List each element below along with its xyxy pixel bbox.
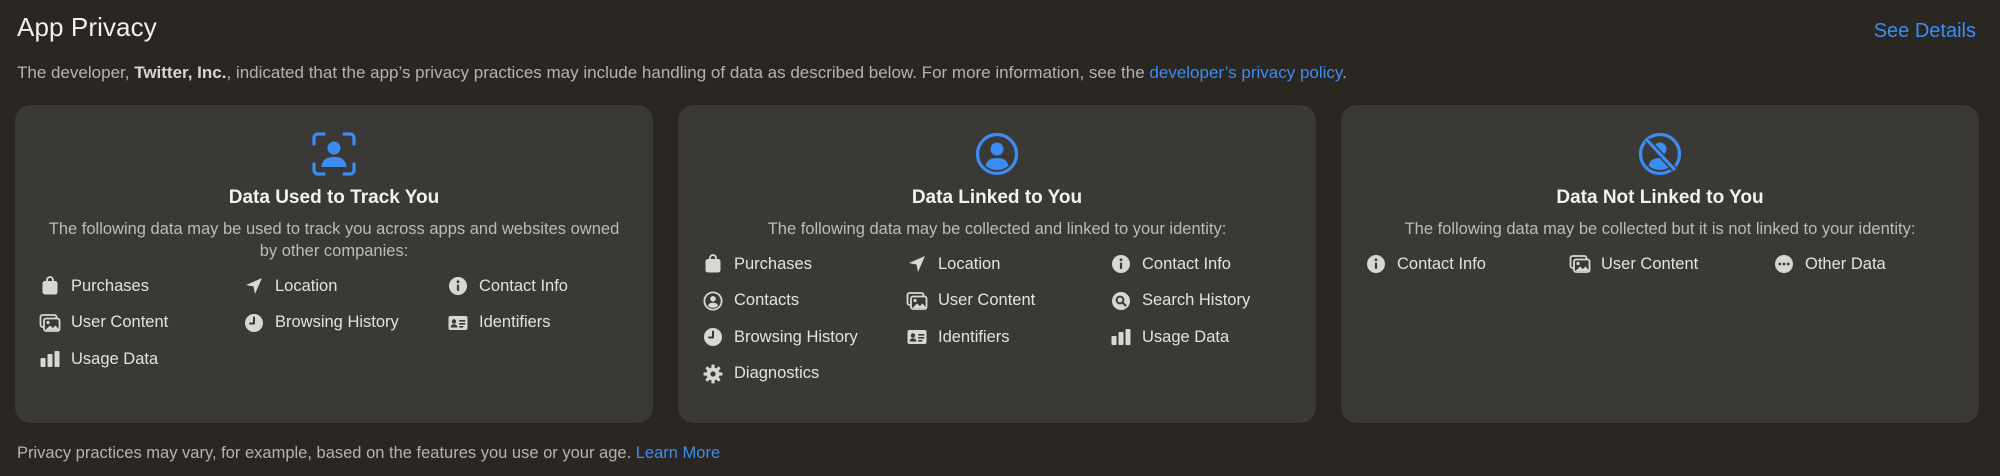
data-type-item: Purchases	[702, 253, 906, 275]
gear-icon	[702, 363, 724, 385]
intro-suffix: .	[1342, 63, 1347, 82]
data-type-item: Other Data	[1773, 253, 1977, 275]
id-card-icon	[906, 326, 928, 348]
info-icon	[1110, 253, 1132, 275]
card-description: The following data may be used to track …	[48, 220, 620, 260]
data-type-label: User Content	[1601, 254, 1699, 273]
data-type-label: Location	[938, 254, 1001, 273]
data-type-item: Browsing History	[702, 326, 906, 348]
data-type-item: Contact Info	[1110, 253, 1314, 275]
data-type-label: Usage Data	[71, 349, 159, 368]
info-icon	[1365, 253, 1387, 275]
data-type-list: Purchases Location Contact Info User Conten…	[39, 275, 633, 370]
data-type-label: Contacts	[734, 291, 800, 309]
data-type-item: Location	[243, 275, 447, 297]
data-type-label: Browsing History	[275, 313, 399, 331]
card-data-linked-to-you: Data Linked to You The following data ma…	[678, 105, 1316, 423]
card-description: The following data may be collected and …	[767, 220, 1227, 238]
data-type-item: User Content	[1569, 253, 1773, 275]
intro-middle: , indicated that the app’s privacy pract…	[226, 63, 1150, 82]
data-type-list: Contact Info User Content Other Data	[1365, 253, 1959, 275]
privacy-policy-link[interactable]: developer’s privacy policy	[1149, 63, 1342, 82]
data-type-label: Identifiers	[479, 313, 551, 331]
photos-icon	[1569, 253, 1591, 275]
card-title: Data Not Linked to You	[1556, 187, 1764, 208]
card-data-used-to-track: Data Used to Track You The following dat…	[15, 105, 653, 423]
data-type-label: User Content	[71, 313, 169, 331]
section-title: App Privacy	[17, 12, 157, 42]
data-type-label: Location	[275, 276, 338, 295]
bar-chart-icon	[39, 348, 61, 370]
card-description: The following data may be collected but …	[1404, 220, 1916, 238]
location-arrow-icon	[906, 253, 928, 275]
data-type-item: Location	[906, 253, 1110, 275]
data-type-item: Contact Info	[1365, 253, 1569, 275]
data-type-item: User Content	[39, 312, 243, 334]
card-title: Data Used to Track You	[228, 187, 440, 208]
data-type-item: Diagnostics	[702, 363, 906, 385]
search-circle-icon	[1110, 290, 1132, 312]
data-type-label: Purchases	[71, 276, 149, 295]
data-type-item: Identifiers	[447, 312, 651, 334]
card-title: Data Linked to You	[911, 187, 1083, 208]
location-arrow-icon	[243, 275, 265, 297]
tracking-icon	[311, 131, 357, 177]
data-type-item: Search History	[1110, 290, 1314, 312]
data-type-label: Other Data	[1805, 254, 1886, 273]
data-type-label: Contact Info	[479, 276, 568, 295]
data-type-label: Search History	[1142, 291, 1251, 309]
privacy-cards: Data Used to Track You The following dat…	[15, 105, 1979, 423]
data-type-list: Purchases Location Contact Info Contacts Use…	[702, 253, 1296, 385]
data-type-item: Browsing History	[243, 312, 447, 334]
intro-text: The developer, Twitter, Inc., indicated …	[17, 63, 1347, 83]
data-type-item: Usage Data	[1110, 326, 1314, 348]
footer-note: Privacy practices may vary, for example,…	[17, 444, 720, 463]
data-type-label: Browsing History	[734, 327, 858, 346]
card-data-not-linked-to-you: Data Not Linked to You The following dat…	[1341, 105, 1979, 423]
bag-icon	[702, 253, 724, 275]
person-slash-icon	[1637, 131, 1683, 177]
intro-prefix: The developer,	[17, 63, 135, 82]
data-type-label: Contact Info	[1397, 254, 1486, 273]
contacts-icon	[702, 290, 724, 312]
data-type-item: Contact Info	[447, 275, 651, 297]
data-type-label: Contact Info	[1142, 254, 1231, 273]
app-privacy-section: App Privacy See Details The developer, T…	[0, 0, 2000, 476]
footer-text: Privacy practices may vary, for example,…	[17, 444, 636, 462]
clock-icon	[702, 326, 724, 348]
data-type-label: User Content	[938, 291, 1036, 309]
data-type-item: User Content	[906, 290, 1110, 312]
info-icon	[447, 275, 469, 297]
id-card-icon	[447, 312, 469, 334]
data-type-item: Purchases	[39, 275, 243, 297]
bag-icon	[39, 275, 61, 297]
data-type-label: Purchases	[734, 254, 812, 273]
data-type-label: Identifiers	[938, 327, 1010, 346]
see-details-link[interactable]: See Details	[1874, 20, 1976, 43]
data-type-label: Diagnostics	[734, 364, 820, 382]
data-type-item: Contacts	[702, 290, 906, 312]
bar-chart-icon	[1110, 326, 1132, 348]
developer-name: Twitter, Inc.	[134, 63, 227, 82]
data-type-item: Identifiers	[906, 326, 1110, 348]
data-type-label: Usage Data	[1142, 327, 1230, 346]
data-type-item: Usage Data	[39, 348, 243, 370]
clock-icon	[243, 312, 265, 334]
photos-icon	[39, 312, 61, 334]
ellipsis-icon	[1773, 253, 1795, 275]
person-circle-icon	[974, 131, 1020, 177]
learn-more-link[interactable]: Learn More	[636, 444, 720, 462]
photos-icon	[906, 290, 928, 312]
